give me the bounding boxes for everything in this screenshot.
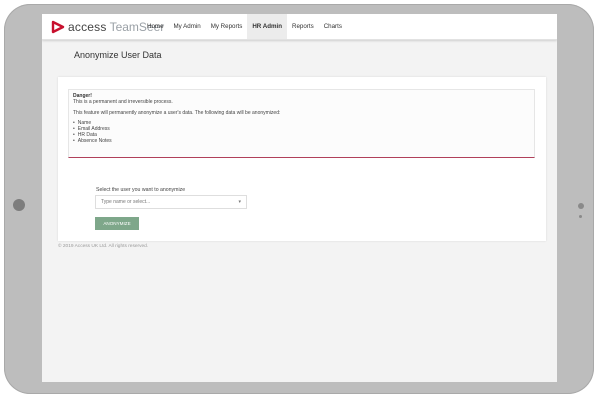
logo-text-primary: access — [68, 20, 107, 34]
nav-item-hr-admin[interactable]: HR Admin — [247, 14, 288, 39]
user-select-label: Select the user you want to anonymize — [96, 187, 186, 193]
user-select[interactable]: Type name or select... ▾ — [95, 195, 247, 209]
danger-alert: Danger! This is a permanent and irrevers… — [68, 89, 535, 158]
top-navbar: access TeamSeer Home My Admin My Reports… — [42, 14, 557, 40]
nav-item-home[interactable]: Home — [142, 14, 169, 39]
page-title: Anonymize User Data — [74, 50, 162, 60]
nav-item-my-admin[interactable]: My Admin — [169, 14, 206, 39]
nav-item-my-reports[interactable]: My Reports — [206, 14, 248, 39]
anonymized-data-list: Name Email Address HR Data Absence Notes — [73, 120, 112, 144]
alert-description: This feature will permanently anonymize … — [73, 110, 281, 116]
home-button — [13, 199, 25, 211]
app-screen: access TeamSeer Home My Admin My Reports… — [42, 14, 557, 382]
list-item: Absence Notes — [73, 138, 112, 144]
nav-item-reports[interactable]: Reports — [287, 14, 319, 39]
sensor-dot — [579, 215, 582, 218]
user-select-placeholder: Type name or select... — [101, 199, 151, 205]
nav-item-charts[interactable]: Charts — [319, 14, 347, 39]
main-nav: Home My Admin My Reports HR Admin Report… — [142, 14, 347, 39]
access-logo-icon — [51, 20, 65, 34]
alert-message: This is a permanent and irreversible pro… — [73, 99, 173, 105]
content-card: Danger! This is a permanent and irrevers… — [58, 77, 546, 241]
caret-down-icon: ▾ — [238, 199, 241, 205]
footer-copyright: © 2019 Access UK Ltd. All rights reserve… — [58, 244, 149, 249]
anonymize-button[interactable]: ANONYMIZE — [95, 217, 139, 230]
camera-dot — [578, 203, 584, 209]
